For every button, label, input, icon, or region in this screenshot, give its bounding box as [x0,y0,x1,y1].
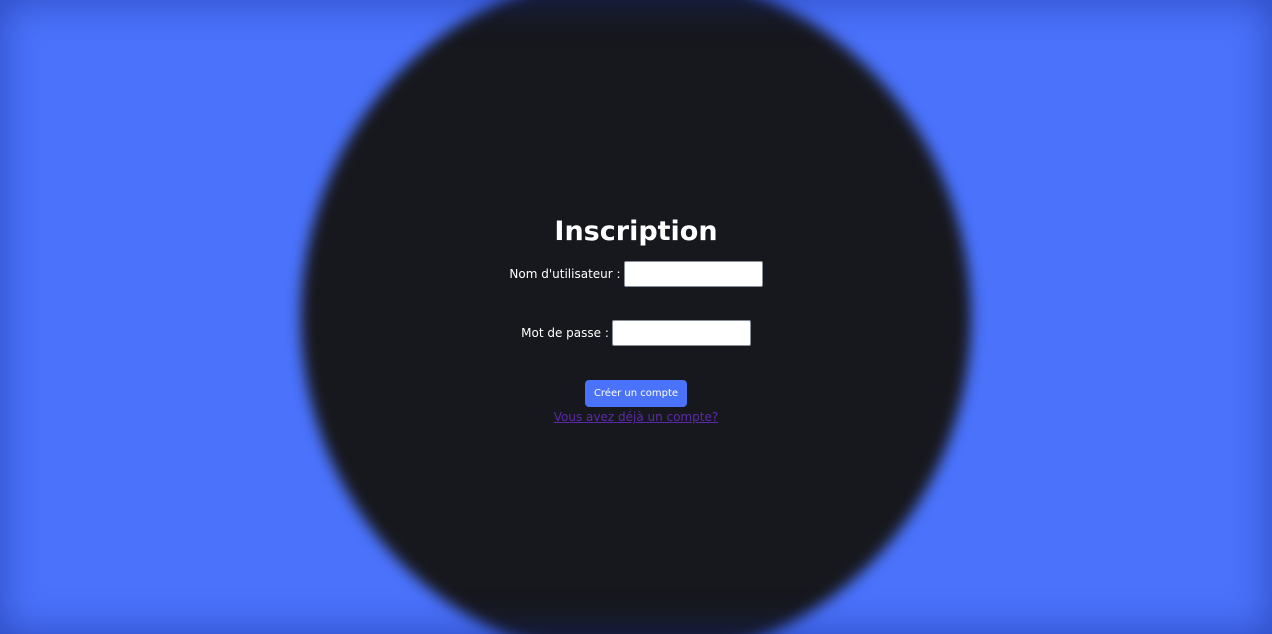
login-link-row: Vous avez déjà un compte? [0,406,1272,425]
signup-form: Inscription Nom d'utilisateur : Mot de p… [0,0,1272,634]
create-account-button[interactable]: Créer un compte [585,380,687,407]
submit-row: Créer un compte [0,380,1272,407]
username-row: Nom d'utilisateur : [0,261,1272,287]
username-label: Nom d'utilisateur : [509,267,621,281]
username-input[interactable] [623,261,763,287]
password-row: Mot de passe : [0,320,1272,346]
page-title: Inscription [554,216,718,247]
password-input[interactable] [611,320,751,346]
login-link[interactable]: Vous avez déjà un compte? [554,410,718,424]
password-label: Mot de passe : [521,326,609,340]
